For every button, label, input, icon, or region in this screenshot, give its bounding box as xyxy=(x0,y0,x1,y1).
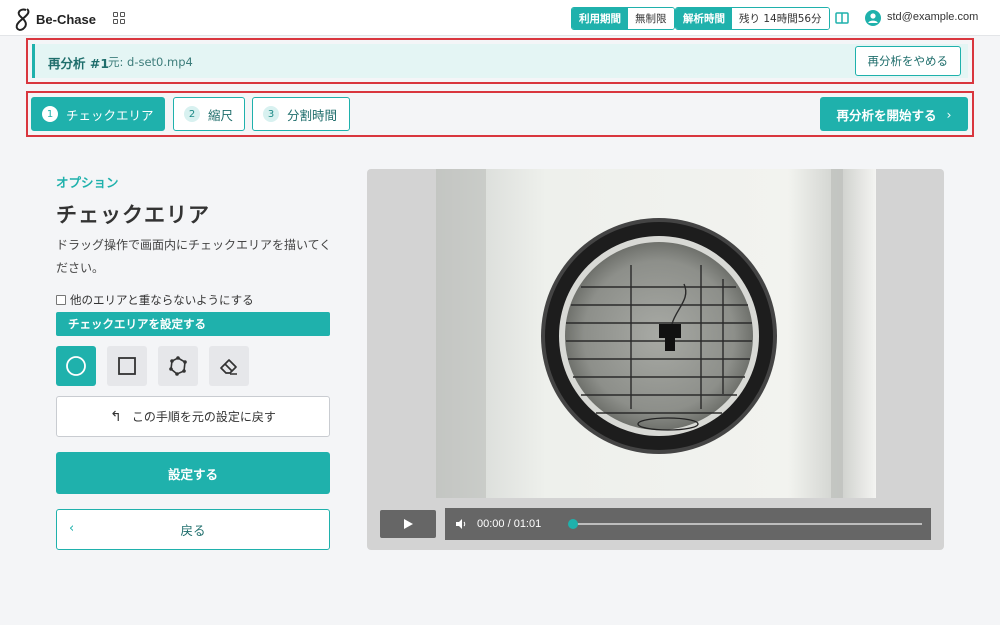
start-reanalysis-button[interactable]: 再分析を開始する › xyxy=(820,97,968,131)
stop-reanalysis-button[interactable]: 再分析をやめる xyxy=(854,46,961,76)
apps-grid-icon[interactable] xyxy=(113,12,125,24)
step-label: 分割時間 xyxy=(287,107,338,123)
step-check-area[interactable]: 1 チェックエリア xyxy=(31,97,165,131)
no-overlap-checkbox[interactable] xyxy=(56,295,66,305)
chevron-left-icon: ‹ xyxy=(69,521,75,536)
start-reanalysis-label: 再分析を開始する xyxy=(836,107,937,123)
usage-period-label: 利用期間 xyxy=(572,8,628,29)
page-description: ドラッグ操作で画面内にチェックエリアを描いてください。 xyxy=(56,238,332,275)
shape-tools xyxy=(56,346,249,386)
user-email[interactable]: std@example.com xyxy=(887,11,978,23)
polygon-tool-button[interactable] xyxy=(158,346,198,386)
eraser-icon xyxy=(220,359,237,375)
reset-step-label: この手順を元の設定に戻す xyxy=(131,410,276,424)
reanalysis-banner-inner: 再分析 #1 元: d-set0.mp4 再分析をやめる xyxy=(32,44,968,78)
back-label: 戻る xyxy=(180,523,206,538)
user-avatar-icon[interactable] xyxy=(865,10,881,26)
analysis-time-label: 解析時間 xyxy=(676,8,732,29)
step-number: 2 xyxy=(184,106,200,122)
reanalysis-source: 元: d-set0.mp4 xyxy=(108,55,193,69)
circle-tool-button[interactable] xyxy=(56,346,96,386)
step-label: チェックエリア xyxy=(66,107,154,123)
play-icon xyxy=(404,519,413,529)
step-label: 縮尺 xyxy=(208,107,234,123)
reanalysis-banner: 再分析 #1 元: d-set0.mp4 再分析をやめる xyxy=(26,38,974,84)
usage-period-value: 無制限 xyxy=(628,8,674,29)
video-controls: 00:00 / 01:01 xyxy=(445,508,931,540)
app-logo[interactable]: Be-Chase xyxy=(12,6,96,32)
circle-icon xyxy=(66,356,86,376)
square-icon xyxy=(118,357,136,375)
square-tool-button[interactable] xyxy=(107,346,147,386)
step-number: 1 xyxy=(42,106,58,122)
step-number: 3 xyxy=(263,106,279,122)
seek-handle[interactable] xyxy=(568,519,578,529)
reanalysis-title: 再分析 #1 xyxy=(48,56,110,71)
video-time: 00:00 / 01:01 xyxy=(477,518,542,530)
back-button[interactable]: ‹ 戻る xyxy=(56,509,330,550)
video-seekbar[interactable] xyxy=(568,519,922,529)
video-player: 00:00 / 01:01 xyxy=(367,169,944,550)
logo-text: Be-Chase xyxy=(36,11,96,27)
steps-bar: 1 チェックエリア 2 縮尺 3 分割時間 再分析を開始する › xyxy=(26,91,974,137)
video-frame[interactable] xyxy=(436,169,876,498)
section-label: オプション xyxy=(56,175,119,190)
usage-period-badge: 利用期間 無制限 xyxy=(571,7,675,30)
step-split-time[interactable]: 3 分割時間 xyxy=(252,97,350,131)
logo-mark-icon xyxy=(15,8,30,31)
play-button[interactable] xyxy=(380,510,436,538)
set-button[interactable]: 設定する xyxy=(56,452,330,494)
set-area-heading: チェックエリアを設定する xyxy=(56,312,330,336)
analysis-time-value: 残り 14時間56分 xyxy=(732,8,829,29)
undo-icon: ↰ xyxy=(110,408,122,425)
reset-step-button[interactable]: ↰ この手順を元の設定に戻す xyxy=(56,396,330,437)
step-scale[interactable]: 2 縮尺 xyxy=(173,97,245,131)
chevron-right-icon: › xyxy=(946,106,952,122)
eraser-tool-button[interactable] xyxy=(209,346,249,386)
polygon-icon xyxy=(169,356,187,376)
page-title: チェックエリア xyxy=(56,203,210,227)
app-header: Be-Chase 利用期間 無制限 解析時間 残り 14時間56分 std@ex… xyxy=(0,0,1000,36)
analysis-time-badge: 解析時間 残り 14時間56分 xyxy=(675,7,830,30)
no-overlap-label: 他のエリアと重ならないようにする xyxy=(70,293,254,307)
volume-icon[interactable] xyxy=(455,518,467,530)
video-preview-image xyxy=(436,169,876,498)
manual-book-icon[interactable] xyxy=(835,11,849,25)
no-overlap-option[interactable]: 他のエリアと重ならないようにする xyxy=(56,292,254,308)
